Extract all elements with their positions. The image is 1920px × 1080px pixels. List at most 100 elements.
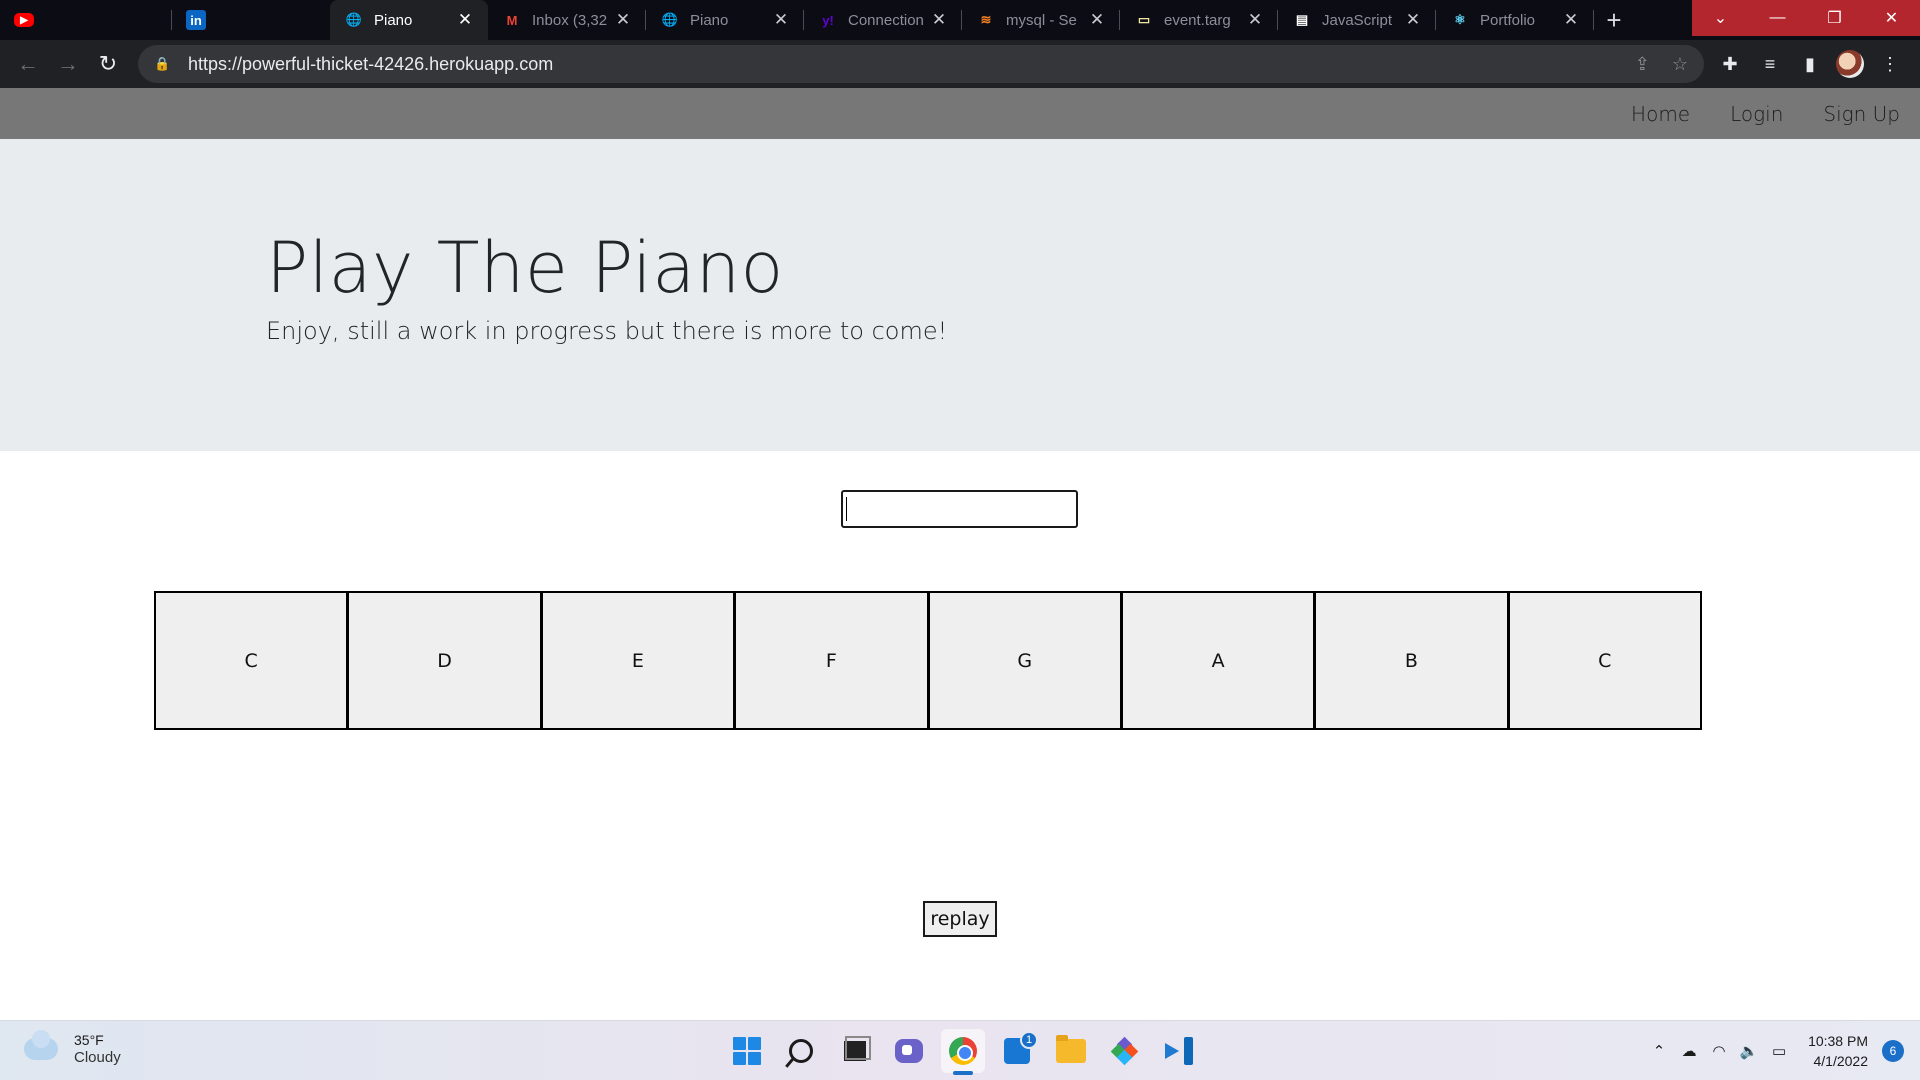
avatar[interactable] (1836, 50, 1864, 78)
browser-tab[interactable]: ▶ (0, 0, 172, 40)
stackoverflow-icon: ≋ (980, 12, 992, 27)
tab-title: JavaScript (1322, 11, 1393, 29)
globe-icon: 🌐 (345, 12, 363, 27)
store-badge: 1 (1020, 1031, 1038, 1049)
close-tab-icon[interactable]: ✕ (1404, 10, 1422, 30)
piano-key[interactable]: E (542, 593, 737, 728)
browser-tab[interactable]: ≋ mysql - Se ✕ (962, 0, 1120, 40)
vscode-taskbar-button[interactable] (1157, 1029, 1201, 1073)
extensions-icon[interactable]: ✚ (1710, 44, 1750, 84)
page-subtitle: Enjoy, still a work in progress but ther… (266, 317, 948, 345)
git-app-button[interactable] (1103, 1029, 1147, 1073)
task-view-icon (844, 1036, 871, 1061)
profile-avatar[interactable] (1830, 44, 1870, 84)
volume-icon[interactable]: 🔈 (1734, 1042, 1764, 1060)
store-taskbar-button[interactable]: 1 (995, 1029, 1039, 1073)
tab-title: event.targ (1164, 11, 1231, 29)
browser-tab[interactable]: y! Connection ✕ (804, 0, 962, 40)
browser-tab[interactable]: M Inbox (3,32 ✕ (488, 0, 646, 40)
minimize-button[interactable]: — (1749, 0, 1806, 36)
tab-list: ▶ in 🌐 Piano ✕ M Inbox (3,32 ✕ 🌐 Piano ✕ y! Connecti… (0, 0, 1594, 40)
reload-icon[interactable]: ↻ (88, 44, 128, 84)
weather-condition: Cloudy (74, 1049, 121, 1066)
wifi-icon[interactable]: ◠ (1704, 1042, 1734, 1060)
notification-badge[interactable]: 6 (1882, 1040, 1904, 1062)
close-tab-icon[interactable]: ✕ (614, 10, 632, 30)
windows-taskbar: 35°F Cloudy 1 ⌃ ☁ ◠ 🔈 ▭ 10:38 PM 4/1/202… (0, 1020, 1920, 1080)
gmail-icon: M (506, 12, 518, 28)
page-title: Play The Piano (266, 227, 784, 309)
laptop-icon: ▭ (1137, 12, 1151, 27)
folder-icon (1056, 1035, 1086, 1063)
new-tab-button[interactable]: + (1594, 0, 1634, 40)
close-tab-icon[interactable]: ✕ (1246, 10, 1264, 30)
forward-icon[interactable]: → (48, 44, 88, 84)
close-tab-icon[interactable]: ✕ (456, 10, 474, 30)
git-kraken-icon (1110, 1036, 1139, 1066)
close-tab-icon[interactable]: ✕ (930, 10, 948, 30)
close-window-button[interactable]: ✕ (1863, 0, 1920, 36)
browser-tab[interactable]: ⚛ Portfolio ✕ (1436, 0, 1594, 40)
url-text[interactable]: https://powerful-thicket-42426.herokuapp… (188, 54, 1613, 75)
piano-key[interactable]: C (156, 593, 350, 728)
clock-time: 10:38 PM (1808, 1033, 1868, 1049)
weather-widget[interactable]: 35°F Cloudy (24, 1030, 121, 1067)
media-control-icon[interactable]: ≡ (1750, 44, 1790, 84)
close-tab-icon[interactable]: ✕ (1088, 10, 1106, 30)
close-tab-icon[interactable]: ✕ (1562, 10, 1580, 30)
browser-toolbar: ← → ↻ 🔒 https://powerful-thicket-42426.h… (0, 40, 1920, 88)
menu-kebab-icon[interactable]: ⋮ (1870, 44, 1910, 84)
browser-tab[interactable]: ▭ event.targ ✕ (1120, 0, 1278, 40)
tab-title: Piano (690, 11, 729, 29)
share-icon[interactable]: ⇪ (1635, 54, 1650, 75)
text-caret (846, 497, 847, 521)
tab-search-button[interactable]: ⌄ (1692, 0, 1749, 36)
browser-tab[interactable]: 🌐 Piano ✕ (646, 0, 804, 40)
restore-button[interactable]: ❐ (1806, 0, 1863, 36)
piano-key[interactable]: A (1122, 593, 1317, 728)
piano-key[interactable]: B (1316, 593, 1510, 728)
chevron-up-icon[interactable]: ⌃ (1644, 1042, 1674, 1060)
document-icon: ▤ (1295, 12, 1309, 27)
browser-tab[interactable]: ▤ JavaScript ✕ (1278, 0, 1436, 40)
address-bar[interactable]: 🔒 https://powerful-thicket-42426.herokua… (138, 45, 1704, 83)
taskbar-apps: 1 (720, 1029, 1206, 1075)
search-icon (789, 1039, 813, 1063)
start-button[interactable] (725, 1029, 769, 1073)
chrome-taskbar-button[interactable] (941, 1029, 985, 1075)
piano-key[interactable]: G (929, 593, 1123, 728)
clock[interactable]: 10:38 PM 4/1/2022 (1808, 1031, 1868, 1071)
replay-button[interactable]: replay (923, 901, 997, 937)
browser-tab[interactable]: 🌐 Piano ✕ (330, 0, 488, 40)
hero-jumbotron: Play The Piano Enjoy, still a work in pr… (0, 139, 1920, 451)
lock-icon[interactable]: 🔒 (154, 56, 172, 72)
bookmark-star-icon[interactable]: ☆ (1672, 54, 1688, 75)
yahoo-icon: y! (822, 12, 834, 28)
back-icon[interactable]: ← (8, 44, 48, 84)
browser-tab[interactable]: in (172, 0, 330, 40)
nav-login-link[interactable]: Login (1730, 102, 1783, 126)
taskbar-search-button[interactable] (779, 1029, 823, 1073)
site-navbar: Home Login Sign Up (0, 88, 1920, 139)
teams-chat-button[interactable] (887, 1029, 931, 1073)
side-panel-icon[interactable]: ▮ (1790, 44, 1830, 84)
youtube-icon: ▶ (14, 13, 34, 27)
onedrive-icon[interactable]: ☁ (1674, 1042, 1704, 1060)
teams-icon (895, 1039, 923, 1063)
piano-key[interactable]: C (1509, 593, 1700, 728)
tab-title: Connection (848, 11, 924, 29)
nav-home-link[interactable]: Home (1631, 102, 1690, 126)
piano-key[interactable]: D (349, 593, 543, 728)
piano-key[interactable]: F (736, 593, 930, 728)
vscode-icon (1165, 1037, 1193, 1065)
tab-title: Piano (374, 11, 413, 29)
close-tab-icon[interactable]: ✕ (772, 10, 790, 30)
nav-signup-link[interactable]: Sign Up (1823, 102, 1900, 126)
tab-title: Inbox (3,32 (532, 11, 608, 29)
task-view-button[interactable] (833, 1029, 877, 1073)
file-explorer-button[interactable] (1049, 1029, 1093, 1073)
note-input[interactable] (841, 490, 1078, 528)
battery-icon[interactable]: ▭ (1764, 1042, 1794, 1060)
linkedin-icon: in (186, 10, 206, 30)
react-icon: ⚛ (1454, 12, 1466, 27)
